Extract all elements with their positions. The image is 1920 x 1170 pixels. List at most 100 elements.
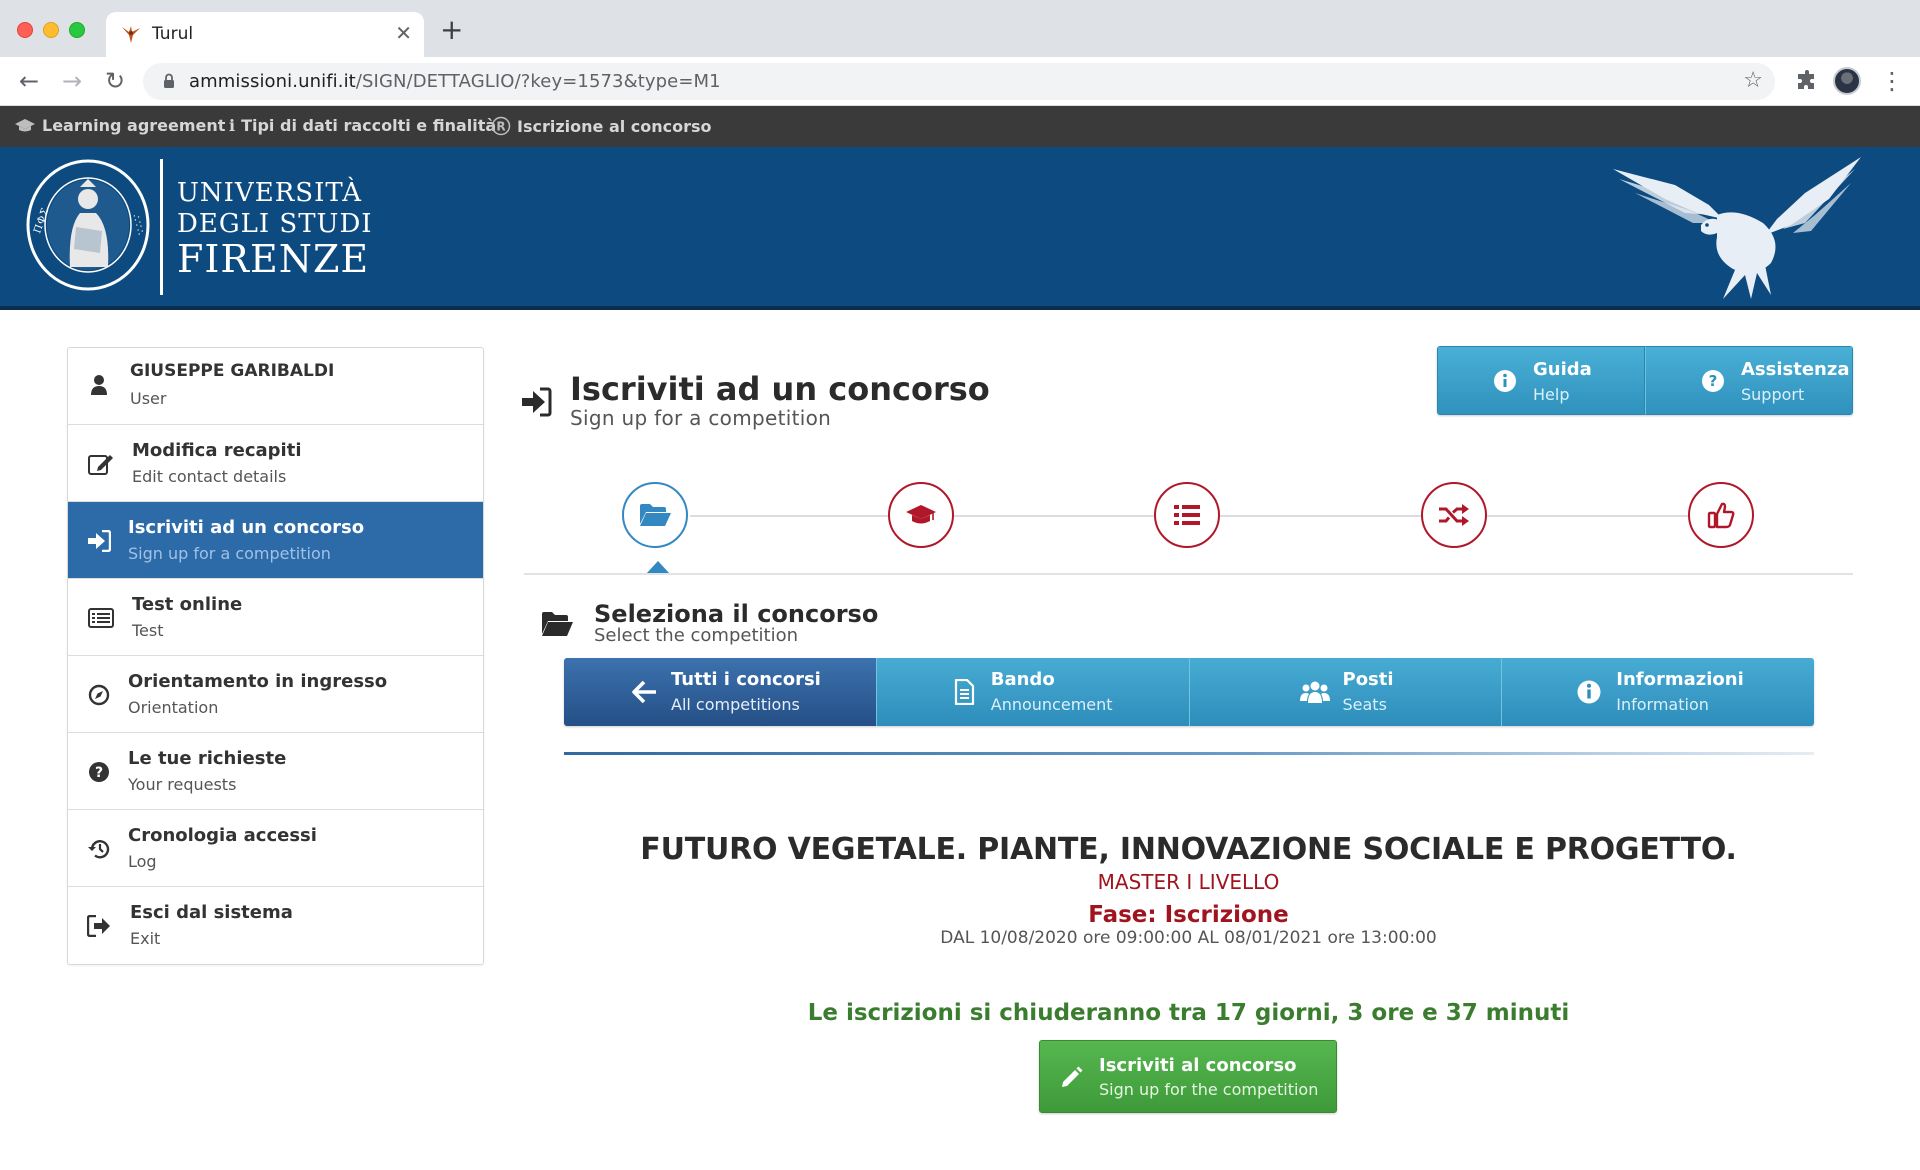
- university-seal-logo: ΠΦΣ ∴∵∴: [26, 159, 150, 291]
- thumbs-up-icon: [1707, 502, 1735, 529]
- action-label: Bando: [990, 669, 1055, 690]
- sidebar-item-test-online[interactable]: Test online Test: [68, 579, 483, 656]
- competition-dates: DAL 10/08/2020 ore 09:00:00 AL 08/01/202…: [940, 928, 1437, 948]
- reload-icon[interactable]: ↻: [101, 67, 129, 95]
- bookmark-iscrizione-concorso[interactable]: R Iscrizione al concorso: [491, 116, 712, 136]
- sidebar-item-label: Iscriviti ad un concorso: [128, 517, 365, 538]
- info-circle-icon: [1494, 370, 1516, 392]
- window-minimize-button[interactable]: [43, 22, 59, 38]
- file-text-icon: [954, 679, 974, 705]
- tutti-i-concorsi-button[interactable]: Tutti i concorsi All competitions: [564, 658, 876, 726]
- sidebar-item-modifica-recapiti[interactable]: Modifica recapiti Edit contact details: [68, 425, 483, 502]
- competition-phase: Fase: Iscrizione: [1088, 902, 1289, 928]
- back-arrow-icon[interactable]: ←: [15, 67, 43, 95]
- signup-label: Iscriviti al concorso: [1099, 1055, 1297, 1076]
- logo-line-firenze: FIRENZE: [177, 237, 370, 281]
- users-icon: [1299, 681, 1330, 703]
- bookmark-label: Learning agreement: [42, 116, 226, 135]
- bird-favicon-icon: [122, 26, 140, 43]
- sidebar-item-label: Orientamento in ingresso: [128, 671, 388, 692]
- eagle-emblem-icon: [1613, 157, 1861, 299]
- content-divider: [564, 752, 1814, 755]
- arrow-left-icon: [632, 680, 656, 704]
- window-zoom-button[interactable]: [69, 22, 85, 38]
- sidebar-item-label: GIUSEPPE GARIBALDI: [130, 361, 335, 381]
- profile-avatar[interactable]: [1833, 67, 1861, 95]
- compass-icon: [84, 680, 114, 710]
- graduation-cap-icon: [906, 505, 936, 524]
- new-tab-icon[interactable]: +: [440, 16, 463, 44]
- url-path: /SIGN/DETTAGLIO/?key=1573&type=M1: [355, 71, 721, 92]
- action-sublabel: Seats: [1342, 695, 1387, 714]
- sidebar-item-esci[interactable]: Esci dal sistema Exit: [68, 887, 483, 964]
- window-close-button[interactable]: [17, 22, 33, 38]
- extensions-puzzle-icon[interactable]: [1795, 69, 1819, 93]
- stepper-divider: [524, 573, 1853, 575]
- sidebar-menu: GIUSEPPE GARIBALDI User Modifica recapit…: [67, 347, 484, 965]
- list-alt-icon: [86, 603, 116, 633]
- registration-countdown: Le iscrizioni si chiuderanno tra 17 gior…: [807, 1000, 1570, 1026]
- bookmark-label: Iscrizione al concorso: [517, 116, 712, 136]
- sidebar-item-sublabel: Edit contact details: [132, 467, 287, 486]
- guida-label: Guida: [1533, 359, 1592, 380]
- tab-close-icon[interactable]: ✕: [395, 21, 412, 45]
- step-education[interactable]: [888, 482, 954, 548]
- assistenza-label: Assistenza: [1741, 359, 1850, 380]
- sidebar-item-iscriviti[interactable]: Iscriviti ad un concorso Sign up for a c…: [68, 502, 483, 579]
- tab-title: Turul: [152, 24, 194, 44]
- sidebar-item-label: Modifica recapiti: [132, 440, 302, 461]
- bando-button[interactable]: Bando Announcement: [875, 658, 1189, 726]
- step-list[interactable]: [1154, 482, 1220, 548]
- lock-icon: [164, 73, 174, 88]
- section-subtitle: Select the competition: [594, 625, 798, 646]
- competition-action-bar: Tutti i concorsi All competitions Bando …: [564, 658, 1814, 726]
- guida-button[interactable]: Guida Help: [1437, 346, 1645, 415]
- step-random[interactable]: [1421, 482, 1487, 548]
- guida-sublabel: Help: [1533, 385, 1570, 404]
- action-sublabel: Announcement: [990, 695, 1113, 714]
- browser-tab[interactable]: Turul ✕: [106, 12, 424, 57]
- step-select-competition[interactable]: [622, 482, 688, 548]
- question-icon: ?: [84, 757, 114, 787]
- info-icon: i: [229, 116, 236, 135]
- sidebar-item-richieste[interactable]: ? Le tue richieste Your requests: [68, 733, 483, 810]
- page-subtitle: Sign up for a competition: [570, 406, 832, 430]
- bookmark-star-icon[interactable]: ☆: [1743, 68, 1763, 93]
- svg-text:R: R: [496, 120, 505, 134]
- step-confirm[interactable]: [1688, 482, 1754, 548]
- browser-toolbar: ← → ↻ ammissioni.unifi.it/SIGN/DETTAGLIO…: [0, 57, 1920, 106]
- user-icon: [84, 370, 114, 400]
- sidebar-item-orientamento[interactable]: Orientamento in ingresso Orientation: [68, 656, 483, 733]
- bookmark-learning-agreement[interactable]: Learning agreement: [14, 116, 225, 135]
- browser-menu-icon[interactable]: ⋮: [1880, 67, 1904, 95]
- folder-open-icon: [640, 504, 671, 526]
- address-bar[interactable]: ammissioni.unifi.it/SIGN/DETTAGLIO/?key=…: [143, 63, 1775, 100]
- sidebar-item-sublabel: Test: [132, 621, 164, 640]
- iscriviti-al-concorso-button[interactable]: Iscriviti al concorso Sign up for the co…: [1039, 1040, 1337, 1113]
- informazioni-button[interactable]: Informazioni Information: [1501, 658, 1814, 726]
- action-label: Posti: [1342, 669, 1394, 690]
- history-icon: [84, 834, 114, 864]
- page-title: Iscriviti ad un concorso: [570, 370, 990, 408]
- folder-open-icon: [542, 612, 573, 636]
- sidebar-item-sublabel: Your requests: [128, 775, 237, 794]
- logo-divider: [160, 159, 163, 295]
- pencil-icon: [1062, 1066, 1083, 1087]
- url-text[interactable]: ammissioni.unifi.it/SIGN/DETTAGLIO/?key=…: [189, 71, 721, 92]
- assistenza-button[interactable]: ? Assistenza Support: [1645, 346, 1853, 415]
- sign-in-icon: [522, 387, 552, 417]
- sign-in-icon: [84, 526, 114, 556]
- forward-arrow-icon[interactable]: →: [58, 67, 86, 95]
- competition-title: FUTURO VEGETALE. PIANTE, INNOVAZIONE SOC…: [640, 832, 1737, 867]
- posti-button[interactable]: Posti Seats: [1188, 658, 1502, 726]
- sidebar-item-cronologia[interactable]: Cronologia accessi Log: [68, 810, 483, 887]
- logo-line-universita: UNIVERSITÀ: [177, 178, 363, 208]
- sidebar-item-user[interactable]: GIUSEPPE GARIBALDI User: [68, 348, 483, 425]
- sidebar-item-label: Esci dal sistema: [130, 902, 293, 923]
- help-button-group: Guida Help ? Assistenza Support: [1437, 346, 1853, 415]
- bookmark-tipi-dati[interactable]: i Tipi di dati raccolti e finalità: [229, 116, 496, 135]
- registered-icon: R: [491, 116, 511, 136]
- edit-icon: [86, 449, 116, 479]
- assistenza-sublabel: Support: [1741, 385, 1805, 404]
- url-host: ammissioni.unifi.it: [189, 71, 356, 92]
